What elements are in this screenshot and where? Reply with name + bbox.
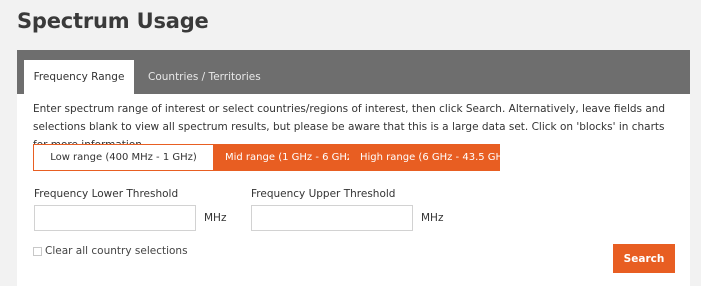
tab-bar: Frequency Range Countries / Territories (17, 50, 690, 94)
upper-threshold-unit: MHz (421, 212, 444, 224)
tab-countries-territories[interactable]: Countries / Territories (148, 60, 261, 94)
high-range-button[interactable]: High range (6 GHz - 43.5 GHz) (349, 144, 512, 171)
clear-countries-checkbox[interactable] (33, 246, 42, 256)
range-button-group: Low range (400 MHz - 1 GHz) Mid range (1… (33, 144, 512, 171)
search-panel: Frequency Range Countries / Territories … (17, 50, 690, 286)
clear-countries-checkbox-row[interactable]: Clear all country selections (33, 245, 188, 257)
tab-frequency-range[interactable]: Frequency Range (24, 60, 134, 94)
upper-threshold-label: Frequency Upper Threshold (251, 188, 396, 200)
search-button[interactable]: Search (613, 244, 675, 273)
clear-countries-label: Clear all country selections (45, 245, 188, 257)
low-range-button[interactable]: Low range (400 MHz - 1 GHz) (33, 144, 214, 171)
mid-range-button[interactable]: Mid range (1 GHz - 6 GHz) (214, 144, 356, 171)
page-title: Spectrum Usage (17, 9, 209, 33)
lower-threshold-unit: MHz (204, 212, 227, 224)
upper-threshold-input[interactable] (251, 205, 413, 231)
lower-threshold-label: Frequency Lower Threshold (34, 188, 179, 200)
lower-threshold-input[interactable] (34, 205, 196, 231)
